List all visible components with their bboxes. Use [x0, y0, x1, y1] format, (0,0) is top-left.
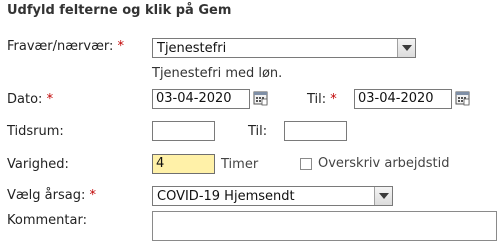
- absence-hint: Tjenestefri med løn.: [152, 66, 283, 81]
- override-worktime-label[interactable]: Overskriv arbejdstid: [318, 156, 450, 171]
- chevron-down-icon[interactable]: [374, 187, 392, 205]
- reason-label-text: Vælg årsag:: [7, 188, 86, 203]
- date-from-input[interactable]: 03-04-2020: [152, 89, 250, 109]
- override-worktime-checkbox[interactable]: [300, 158, 312, 170]
- reason-select[interactable]: COVID-19 Hjemsendt: [152, 186, 393, 206]
- form-heading: Udfyld felterne og klik på Gem: [7, 3, 232, 18]
- duration-unit: Timer: [221, 157, 259, 172]
- date-to-label-text: Til:: [307, 92, 327, 107]
- absence-label-text: Fravær/nærvær:: [7, 39, 114, 54]
- calendar-icon[interactable]: [454, 89, 472, 107]
- timespan-to-label: Til:: [248, 124, 268, 139]
- comment-textarea[interactable]: [152, 211, 497, 241]
- reason-select-value: COVID-19 Hjemsendt: [157, 188, 295, 204]
- date-to-input[interactable]: 03-04-2020: [354, 89, 452, 109]
- timespan-from-input[interactable]: [152, 121, 215, 141]
- date-label-text: Dato:: [7, 92, 43, 107]
- required-marker: *: [46, 92, 54, 107]
- reason-label: Vælg årsag: *: [7, 188, 96, 203]
- duration-label: Varighed:: [7, 157, 69, 172]
- chevron-down-icon[interactable]: [397, 39, 415, 57]
- absence-select[interactable]: Tjenestefri: [152, 38, 416, 58]
- calendar-icon[interactable]: [252, 89, 270, 107]
- required-marker: *: [330, 92, 337, 107]
- date-to-label: Til: *: [307, 92, 337, 107]
- date-label: Dato: *: [7, 92, 53, 107]
- required-marker: *: [89, 188, 96, 203]
- absence-select-value: Tjenestefri: [157, 40, 227, 56]
- comment-label: Kommentar:: [7, 213, 87, 228]
- duration-input[interactable]: 4: [152, 154, 215, 174]
- required-marker: *: [117, 39, 124, 54]
- timespan-to-input[interactable]: [284, 121, 347, 141]
- timespan-label: Tidsrum:: [7, 124, 64, 139]
- absence-label: Fravær/nærvær: *: [7, 39, 124, 54]
